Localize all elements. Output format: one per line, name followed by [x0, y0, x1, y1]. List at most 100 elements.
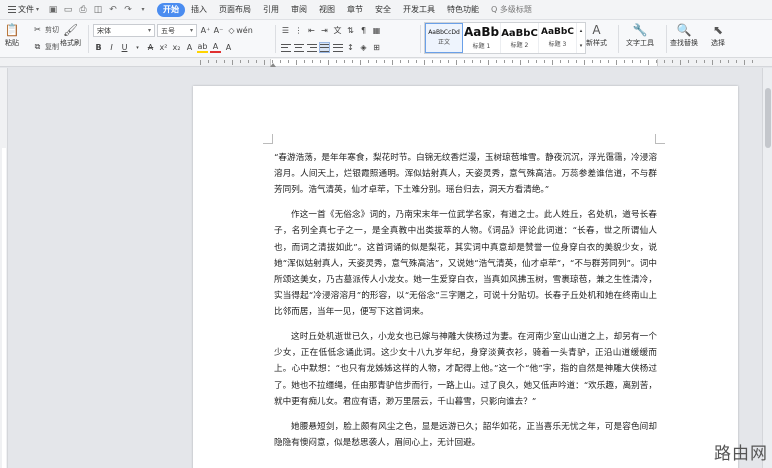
tab-review[interactable]: 审阅: [285, 3, 313, 17]
ruler-tick: [672, 60, 673, 63]
customize-chevron-icon[interactable]: ▾: [137, 4, 149, 16]
align-right-icon[interactable]: [306, 42, 317, 53]
ruler-tick: [616, 60, 617, 65]
find-replace-label: 查找替换: [670, 39, 698, 47]
ruler-tick: [312, 60, 313, 63]
font-name-select[interactable]: 宋体 ▾: [93, 24, 155, 37]
horizontal-ruler[interactable]: [0, 58, 772, 67]
sort-icon[interactable]: ⇅: [345, 25, 356, 36]
cut-button[interactable]: ✂ 剪切: [32, 24, 59, 35]
wrench-icon: 🔧: [632, 23, 648, 37]
tab-page-layout[interactable]: 页面布局: [213, 3, 257, 17]
ruler-tick: [712, 60, 713, 65]
ruler-tick: [344, 60, 345, 63]
text-effect-icon[interactable]: A: [184, 42, 195, 53]
ruler-tick: [584, 60, 585, 65]
tab-section[interactable]: 章节: [341, 3, 369, 17]
table-icon[interactable]: ▦: [371, 25, 382, 36]
ruler-tick: [368, 60, 369, 63]
style-heading-1[interactable]: AaBb 标题 1: [463, 23, 501, 53]
line-spacing-icon[interactable]: ↕: [345, 42, 356, 53]
chevron-down-icon: ▾: [579, 42, 583, 49]
tab-view[interactable]: 视图: [313, 3, 341, 17]
find-replace-button[interactable]: 🔍 查找替换: [670, 23, 698, 48]
copy-button[interactable]: ⧉ 复制: [32, 41, 59, 52]
chevron-down-icon: ▾: [36, 6, 40, 13]
show-marks-icon[interactable]: ¶: [358, 25, 369, 36]
strikethrough-icon[interactable]: A: [145, 42, 156, 53]
bold-icon[interactable]: B: [93, 42, 104, 53]
redo-icon[interactable]: ↷: [122, 4, 134, 16]
ruler-tick: [232, 60, 233, 65]
open-folder-icon[interactable]: ▭: [62, 4, 74, 16]
ruler-tick: [568, 60, 569, 63]
paragraph: 作这一首《无俗念》词的，乃南宋末年一位武学名家，有道之士。此人姓丘，名处机，道号…: [274, 210, 657, 318]
print-preview-icon[interactable]: ◫: [92, 4, 104, 16]
grow-font-icon[interactable]: A⁺: [200, 25, 211, 36]
ruler-tick: [384, 60, 385, 63]
font-color-icon[interactable]: A: [210, 42, 221, 53]
new-style-button[interactable]: A 新样式: [586, 23, 607, 48]
shrink-font-icon[interactable]: A⁻: [213, 25, 224, 36]
vertical-scrollbar[interactable]: [762, 68, 772, 468]
styles-scroll[interactable]: ▴ ▾: [577, 23, 585, 53]
align-left-icon[interactable]: [280, 42, 291, 53]
ruler-tick: [512, 60, 513, 63]
increase-indent-icon[interactable]: ⇥: [319, 25, 330, 36]
shading-icon[interactable]: ◈: [358, 42, 369, 53]
styles-gallery: AaBbCcDd 正文 AaBb 标题 1 AaBbC 标题 2 AaBbC 标…: [424, 22, 586, 54]
bullet-list-icon[interactable]: ☰: [280, 25, 291, 36]
new-style-label: 新样式: [586, 39, 607, 47]
ruler-tick: [200, 60, 201, 65]
tab-security[interactable]: 安全: [369, 3, 397, 17]
ruler-tick: [704, 60, 705, 63]
command-search[interactable]: Q 多级标题: [491, 4, 532, 15]
indent-marker[interactable]: [270, 63, 276, 67]
decrease-indent-icon[interactable]: ⇤: [306, 25, 317, 36]
copy-icon: ⧉: [34, 41, 41, 51]
subscript-icon[interactable]: x₂: [171, 42, 182, 53]
vertical-ruler: [0, 68, 8, 468]
undo-icon[interactable]: ↶: [107, 4, 119, 16]
numbered-list-icon[interactable]: ⋮: [293, 25, 304, 36]
ruler-tick: [576, 60, 577, 63]
file-menu[interactable]: 文件 ▾: [4, 2, 43, 18]
border-icon[interactable]: ⊞: [371, 42, 382, 53]
chevron-down-icon[interactable]: ▾: [132, 42, 143, 53]
justify-icon[interactable]: [319, 42, 330, 53]
text-tools-button[interactable]: 🔧 文字工具: [626, 23, 654, 48]
select-button[interactable]: ⬉ 选择: [710, 23, 726, 48]
underline-icon[interactable]: U: [119, 42, 130, 53]
scrollbar-thumb[interactable]: [765, 88, 771, 148]
ruler-tick: [256, 60, 257, 63]
char-shading-icon[interactable]: A: [223, 42, 234, 53]
italic-icon[interactable]: I: [106, 42, 117, 53]
document-page[interactable]: “春游浩荡，是年年寒食，梨花时节。白锦无纹香烂漫，玉树琼苞堆雪。静夜沉沉，浮光霭…: [193, 86, 738, 468]
ruler-tick: [688, 60, 689, 63]
tab-insert[interactable]: 插入: [185, 3, 213, 17]
command-search-label: Q 多级标题: [491, 5, 532, 14]
style-heading-3[interactable]: AaBbC 标题 3: [539, 23, 577, 53]
print-icon[interactable]: ⎙: [77, 4, 89, 16]
style-heading-2[interactable]: AaBbC 标题 2: [501, 23, 539, 53]
chinese-layout-icon[interactable]: 文: [332, 25, 343, 36]
tab-developer[interactable]: 开发工具: [397, 3, 441, 17]
font-size-select[interactable]: 五号 ▾: [157, 24, 197, 37]
superscript-icon[interactable]: x²: [158, 42, 169, 53]
tab-references[interactable]: 引用: [257, 3, 285, 17]
distribute-icon[interactable]: [332, 42, 343, 53]
style-normal[interactable]: AaBbCcDd 正文: [425, 23, 463, 53]
ribbon-toolbar: 📋 粘贴 ✂ 剪切 ⧉ 复制 🖌 格式刷 宋体 ▾ 五号 ▾ A⁺ A⁻ ◇ w…: [0, 20, 772, 58]
tab-special-features[interactable]: 特色功能: [441, 3, 485, 17]
align-center-icon[interactable]: [293, 42, 304, 53]
phonetic-guide-icon[interactable]: wén: [236, 25, 253, 36]
highlight-icon[interactable]: ab: [197, 42, 208, 53]
document-body[interactable]: “春游浩荡，是年年寒食，梨花时节。白锦无纹香烂漫，玉树琼苞堆雪。静夜沉沉，浮光霭…: [274, 150, 657, 459]
ruler-tick: [536, 60, 537, 63]
save-icon[interactable]: ▣: [47, 4, 59, 16]
paste-button[interactable]: 📋 粘贴: [4, 23, 20, 48]
ruler-tick: [432, 60, 433, 63]
tab-home[interactable]: 开始: [157, 2, 186, 17]
ruler-tick: [752, 60, 753, 63]
format-painter-button[interactable]: 🖌 格式刷: [60, 23, 81, 48]
